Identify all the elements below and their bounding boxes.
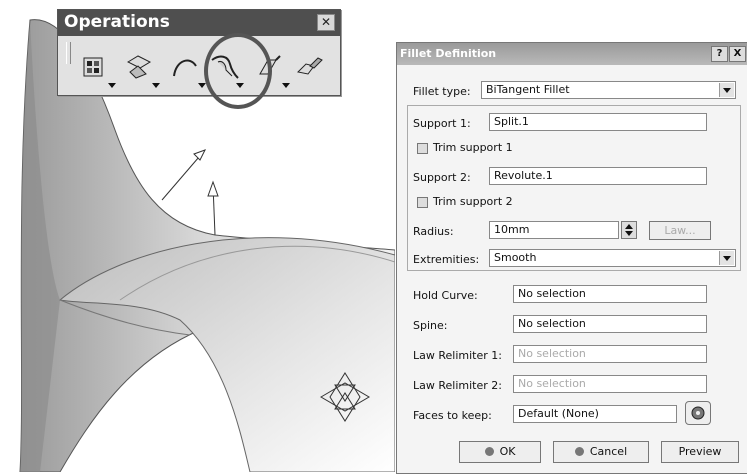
dialog-close-button[interactable]: X xyxy=(729,46,746,62)
radius-label: Radius: xyxy=(413,225,454,238)
support1-label: Support 1: xyxy=(413,117,471,130)
spine-field[interactable]: No selection xyxy=(513,315,707,333)
fillet-type-value: BiTangent Fillet xyxy=(486,83,570,96)
fillet-type-label: Fillet type: xyxy=(413,85,471,98)
law-relimiter2-field[interactable]: No selection xyxy=(513,375,707,393)
faces-to-keep-label: Faces to keep: xyxy=(413,409,492,422)
trim-support2-label: Trim support 2 xyxy=(433,195,513,208)
toolbar-title: Operations xyxy=(64,12,170,32)
law-relimiter1-label: Law Relimiter 1: xyxy=(413,349,502,362)
toolbar-titlebar[interactable]: Operations ✕ xyxy=(58,10,340,36)
extremities-value: Smooth xyxy=(494,251,537,264)
split-icon xyxy=(126,55,152,79)
law-button[interactable]: Law... xyxy=(649,221,711,240)
fillet-definition-dialog[interactable]: Fillet Definition ? X Fillet type: BiTan… xyxy=(396,42,747,474)
fillet-type-select[interactable]: BiTangent Fillet xyxy=(481,81,736,99)
split-tool-button[interactable] xyxy=(124,52,162,92)
trim-support1-checkbox[interactable] xyxy=(417,143,428,154)
ok-button[interactable]: OK xyxy=(459,441,541,463)
extremities-select[interactable]: Smooth xyxy=(489,249,736,267)
join-icon xyxy=(83,57,103,77)
radius-spinner[interactable] xyxy=(621,221,637,239)
support2-field[interactable]: Revolute.1 xyxy=(489,167,707,185)
toolbar-close-button[interactable]: ✕ xyxy=(317,14,335,31)
cancel-button[interactable]: Cancel xyxy=(553,441,649,463)
toolbar-grip[interactable] xyxy=(66,42,71,64)
gear-icon xyxy=(691,406,705,420)
extremities-label: Extremities: xyxy=(413,253,480,266)
dialog-titlebar[interactable]: Fillet Definition ? X xyxy=(397,43,747,65)
help-button[interactable]: ? xyxy=(711,46,728,62)
highlight-circle xyxy=(204,33,272,109)
dialog-title: Fillet Definition xyxy=(400,47,497,60)
support1-field[interactable]: Split.1 xyxy=(489,113,707,131)
transform-tool-button[interactable] xyxy=(294,52,332,92)
preview-button[interactable]: Preview xyxy=(661,441,739,463)
ok-icon xyxy=(484,447,494,456)
chevron-down-icon[interactable] xyxy=(719,251,734,265)
transform-icon xyxy=(296,57,323,75)
law-relimiter1-field[interactable]: No selection xyxy=(513,345,707,363)
operations-toolbar[interactable]: Operations ✕ xyxy=(57,9,341,96)
trim-support1-label: Trim support 1 xyxy=(433,141,513,154)
hold-curve-label: Hold Curve: xyxy=(413,289,478,302)
curve-fillet-tool-button[interactable] xyxy=(170,52,208,92)
spine-label: Spine: xyxy=(413,319,448,332)
cancel-label: Cancel xyxy=(589,445,628,458)
support2-label: Support 2: xyxy=(413,171,471,184)
join-tool-button[interactable] xyxy=(80,52,118,92)
cancel-icon xyxy=(574,447,584,456)
radius-field[interactable]: 10mm xyxy=(489,221,619,239)
curve-fillet-icon xyxy=(173,59,197,77)
law-relimiter2-label: Law Relimiter 2: xyxy=(413,379,502,392)
chevron-down-icon[interactable] xyxy=(719,83,734,97)
spinner-arrows-icon xyxy=(625,224,633,236)
hold-curve-field[interactable]: No selection xyxy=(513,285,707,303)
ok-label: OK xyxy=(499,445,516,458)
trim-support2-checkbox[interactable] xyxy=(417,197,428,208)
faces-to-keep-field[interactable]: Default (None) xyxy=(513,405,677,423)
faces-select-button[interactable] xyxy=(685,401,711,425)
